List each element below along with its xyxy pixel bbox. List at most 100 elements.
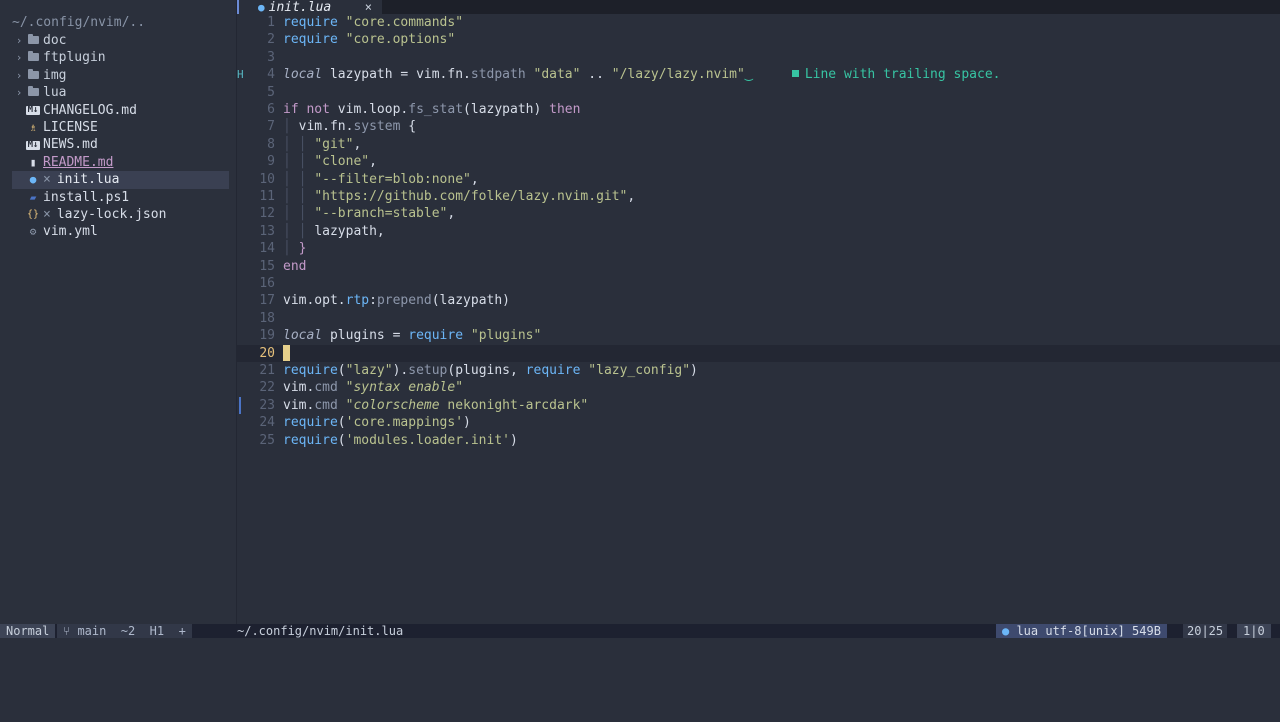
code-line[interactable]: 16 (237, 275, 1280, 292)
code-line[interactable]: 13 │ │ lazypath, (237, 223, 1280, 240)
code-line[interactable]: 3 (237, 49, 1280, 66)
tree-item-label: lua (43, 85, 67, 101)
line-number: 22 (259, 380, 275, 396)
chevron-right-icon[interactable]: › (12, 32, 26, 49)
code-line[interactable]: 23 vim.cmd "colorscheme nekonight-arcdark… (237, 396, 1280, 414)
tree-item-lazy-lock[interactable]: {} × lazy-lock.json (12, 206, 229, 223)
tab-label: init.lua (268, 0, 332, 15)
code-line[interactable]: 17 vim.opt.rtp:prepend(lazypath) (237, 292, 1280, 309)
line-number: 18 (259, 310, 275, 326)
code-line[interactable]: 7 │ vim.fn.system { (237, 118, 1280, 135)
tree-item-readme[interactable]: ▮ README.md (12, 154, 229, 171)
line-number: 17 (259, 293, 275, 309)
code-line[interactable]: 18 (237, 310, 1280, 327)
tree-item-lua[interactable]: › lua (12, 84, 229, 101)
chevron-right-icon[interactable]: › (12, 67, 26, 84)
code-line[interactable]: 12 │ │ "--branch=stable", (237, 205, 1280, 222)
code-text: │ │ "--branch=stable", (283, 206, 456, 222)
folder-icon (26, 84, 40, 101)
readme-icon: ▮ (29, 155, 37, 169)
code-line[interactable]: 8 │ │ "git", (237, 136, 1280, 153)
code-text: local plugins = require "plugins" (283, 328, 542, 344)
line-number: 4 (267, 67, 275, 83)
tree-item-install[interactable]: ▰ install.ps1 (12, 189, 229, 206)
line-number: 19 (259, 328, 275, 344)
chevron-right-icon[interactable]: › (12, 49, 26, 66)
close-icon[interactable]: × (365, 0, 372, 14)
line-number: 20 (259, 345, 275, 361)
tree-item-license[interactable]: ♗ LICENSE (12, 119, 229, 136)
code-line[interactable]: 9 │ │ "clone", (237, 153, 1280, 170)
code-text: require "core.options" (283, 32, 456, 48)
code-text: require("lazy").setup(plugins, require "… (283, 363, 698, 378)
code-line[interactable]: H 4 local lazypath = vim.fn.stdpath "data"… (237, 66, 1280, 83)
tree-item-label: CHANGELOG.md (43, 102, 137, 118)
diagnostic-icon (791, 70, 799, 78)
tree-item-ftplugin[interactable]: › ftplugin (12, 49, 229, 66)
code-line[interactable]: 10 │ │ "--filter=blob:none", (237, 171, 1280, 188)
line-number: 24 (259, 415, 275, 431)
diagnostic-virtual-text: Line with trailing space. (791, 67, 1000, 82)
line-number: 3 (267, 49, 275, 65)
tree-item-label: README.md (43, 154, 114, 170)
line-number: 15 (259, 258, 275, 274)
code-line[interactable]: 15 end (237, 258, 1280, 275)
explorer-root-path[interactable]: ~/.config/nvim/.. (12, 15, 145, 30)
line-number: 25 (259, 432, 275, 448)
tree-item-news[interactable]: M↓ NEWS.md (12, 136, 229, 153)
code-line[interactable]: 6 if not vim.loop.fs_stat(lazypath) then (237, 101, 1280, 118)
lua-icon: ● (1002, 624, 1017, 638)
code-line[interactable]: 21 require("lazy").setup(plugins, require… (237, 362, 1280, 379)
line-number: 12 (259, 206, 275, 222)
code-text: require('modules.loader.init') (283, 432, 518, 448)
line-number: 2 (267, 32, 275, 48)
tree-item-doc[interactable]: › doc (12, 32, 229, 49)
json-icon: {} (26, 209, 40, 220)
code-text: │ │ "git", (283, 136, 362, 152)
tab-init-lua[interactable]: ● init.lua × (237, 0, 382, 15)
code-text (283, 345, 290, 362)
tree-item-vim-yml[interactable]: ⚙ vim.yml (12, 223, 229, 240)
tree-item-label: init.lua (56, 172, 120, 188)
line-number: 13 (259, 223, 275, 239)
line-number: 21 (259, 363, 275, 378)
code-line[interactable]: 2 require "core.options" (237, 31, 1280, 48)
line-number: 14 (259, 241, 275, 257)
chevron-right-icon[interactable]: › (12, 84, 26, 101)
tree-item-label: lazy-lock.json (56, 207, 167, 222)
code-line[interactable]: 25 require('modules.loader.init') (237, 432, 1280, 449)
code-line[interactable]: 24 require('core.mappings') (237, 414, 1280, 431)
line-position: 20|25 (1183, 624, 1228, 638)
tree-item-changelog[interactable]: M↓ CHANGELOG.md (12, 102, 229, 119)
code-line[interactable]: 5 (237, 84, 1280, 101)
code-line-current[interactable]: 20 (237, 344, 1280, 362)
code-text: │ │ "https://github.com/folke/lazy.nvim.… (283, 189, 636, 204)
code-line[interactable]: 19 local plugins = require "plugins" (237, 327, 1280, 344)
modified-mark: × (43, 172, 51, 188)
tree-item-init-lua[interactable]: ● × init.lua (12, 171, 229, 189)
code-text: require('core.mappings') (283, 415, 471, 431)
code-line[interactable]: 1 require "core.commands" (237, 14, 1280, 31)
code-line[interactable]: 11 │ │ "https://github.com/folke/lazy.nvi… (237, 188, 1280, 205)
tree-item-img[interactable]: › img (12, 67, 229, 84)
tab-indicator (237, 0, 239, 14)
powershell-icon: ▰ (29, 190, 37, 204)
code-text: end (283, 258, 307, 274)
line-number: 7 (267, 119, 275, 135)
code-text: local lazypath = vim.fn.stdpath "data" .… (283, 67, 1001, 83)
code-text: │ │ "--filter=blob:none", (283, 171, 479, 187)
code-text: vim.cmd "colorscheme nekonight-arcdark" (283, 397, 589, 413)
line-number: 8 (267, 136, 275, 152)
git-change-sign (239, 396, 241, 414)
code-line[interactable]: 14 │ } (237, 240, 1280, 257)
column-position: 1|0 (1237, 624, 1271, 638)
file-explorer[interactable]: ~/.config/nvim/.. › doc › ftplugin › img… (0, 0, 236, 624)
lua-icon: ● (29, 173, 37, 187)
code-editor[interactable]: 1 require "core.commands" 2 require "core.… (237, 14, 1280, 624)
folder-icon (26, 67, 40, 84)
tree-item-label: vim.yml (43, 224, 98, 240)
code-line[interactable]: 22 vim.cmd "syntax enable" (237, 379, 1280, 396)
folder-icon (26, 49, 40, 66)
line-number: 11 (259, 189, 275, 204)
tree-item-label: NEWS.md (43, 137, 98, 153)
